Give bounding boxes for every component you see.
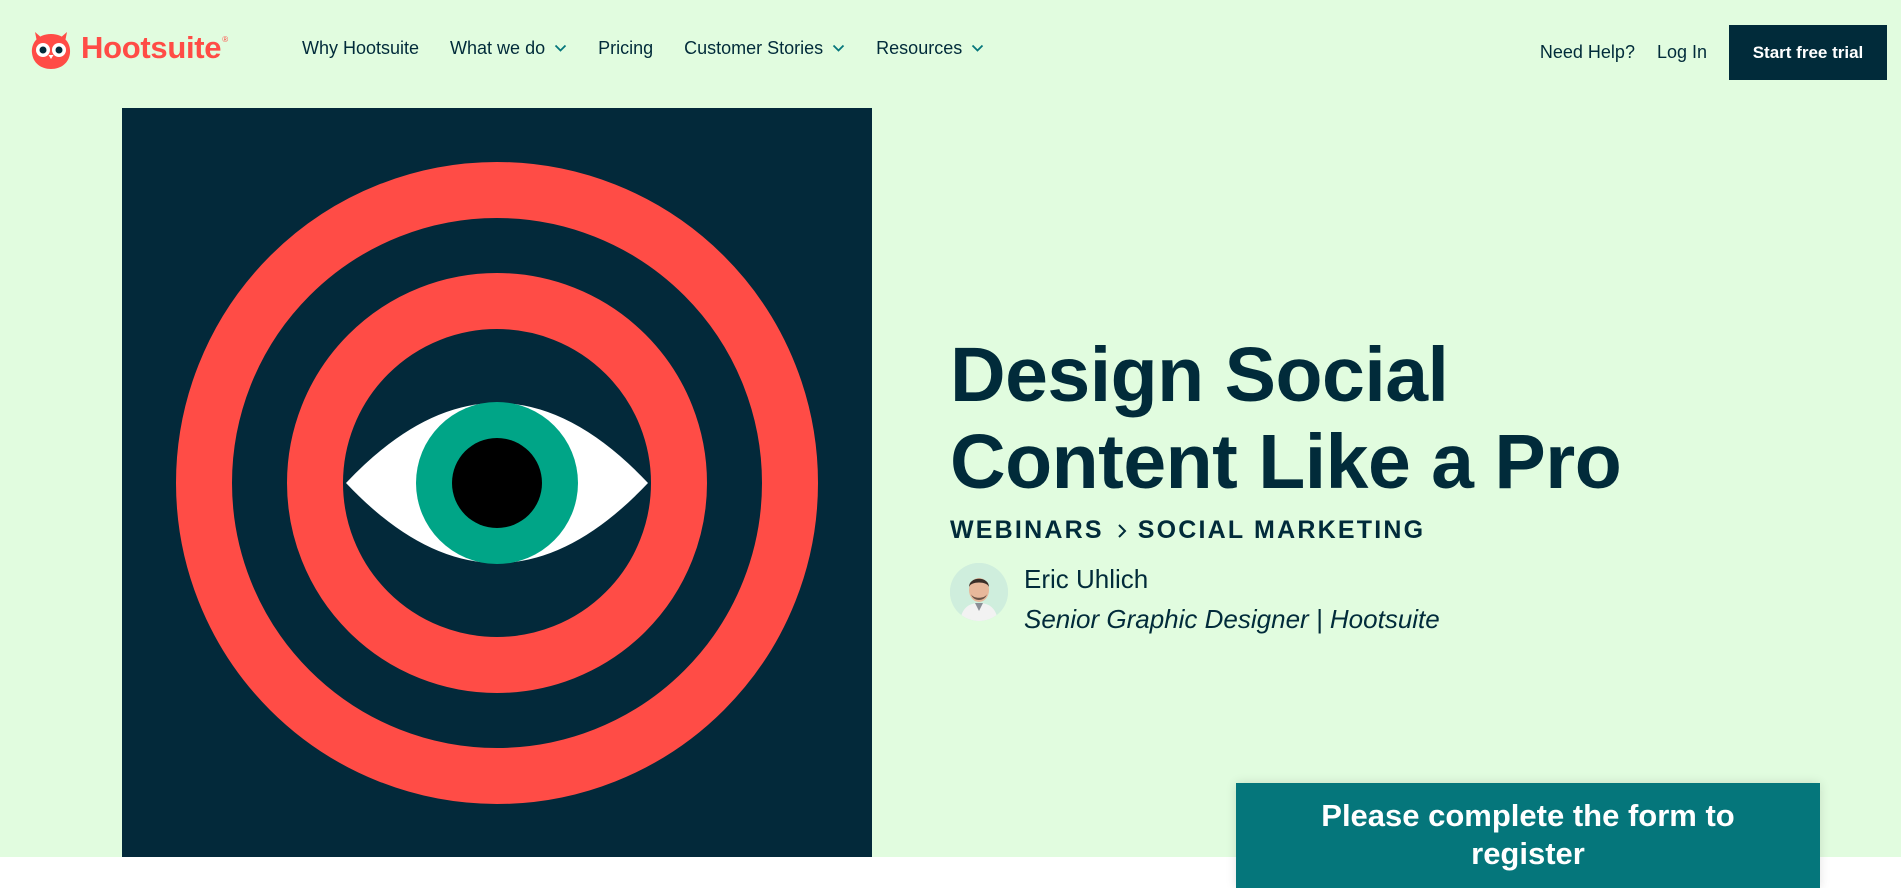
avatar xyxy=(950,563,1008,621)
hootsuite-logo[interactable]: Hootsuite ® xyxy=(29,25,228,70)
form-title: Please complete the form to register xyxy=(1321,798,1735,871)
nav-customer-stories[interactable]: Customer Stories xyxy=(684,38,845,59)
hero-content: Design Social Content Like a Pro WEBINAR… xyxy=(950,332,1750,635)
nav-what-we-do[interactable]: What we do xyxy=(450,38,567,59)
nav-item-label: What we do xyxy=(450,38,546,58)
page-title: Design Social Content Like a Pro xyxy=(950,332,1622,505)
logo-registered-mark: ® xyxy=(222,35,229,44)
nav-item-label: Resources xyxy=(876,38,963,58)
chevron-down-icon xyxy=(972,44,984,52)
nav-why-hootsuite[interactable]: Why Hootsuite xyxy=(302,38,419,59)
nav-item-label: Pricing xyxy=(598,38,654,58)
main-nav: Why Hootsuite What we do Pricing Custome… xyxy=(302,38,1015,59)
logo-wordmark: Hootsuite xyxy=(81,29,222,65)
nav-pricing[interactable]: Pricing xyxy=(598,38,653,59)
breadcrumb-webinars[interactable]: WEBINARS xyxy=(950,516,1104,545)
breadcrumb-social-marketing[interactable]: SOCIAL MARKETING xyxy=(1138,516,1426,545)
nav-resources[interactable]: Resources xyxy=(876,38,984,59)
author-role: Senior Graphic Designer | Hootsuite xyxy=(1024,604,1440,634)
site-header: Hootsuite ® Why Hootsuite What we do Pri… xyxy=(0,0,1901,106)
need-help-link[interactable]: Need Help? xyxy=(1540,42,1635,63)
start-free-trial-button[interactable]: Start free trial xyxy=(1729,25,1887,80)
nav-item-label: Why Hootsuite xyxy=(302,38,420,58)
chevron-right-icon xyxy=(1118,523,1127,538)
author-info: Eric Uhlich Senior Graphic Designer | Ho… xyxy=(1024,563,1440,635)
eye-pupil xyxy=(452,438,542,528)
chevron-down-icon xyxy=(554,44,567,52)
owl-logo-icon xyxy=(29,26,73,70)
registration-form-header: Please complete the form to register xyxy=(1236,783,1820,888)
chevron-down-icon xyxy=(833,44,845,52)
author-name: Eric Uhlich xyxy=(1024,564,1149,594)
utility-nav: Need Help? Log In Start free trial xyxy=(1540,25,1887,80)
nav-item-label: Customer Stories xyxy=(684,38,824,58)
hero-illustration xyxy=(122,108,872,858)
author-block: Eric Uhlich Senior Graphic Designer | Ho… xyxy=(950,563,1750,635)
login-link[interactable]: Log In xyxy=(1657,42,1707,63)
breadcrumb: WEBINARS SOCIAL MARKETING xyxy=(950,516,1750,545)
